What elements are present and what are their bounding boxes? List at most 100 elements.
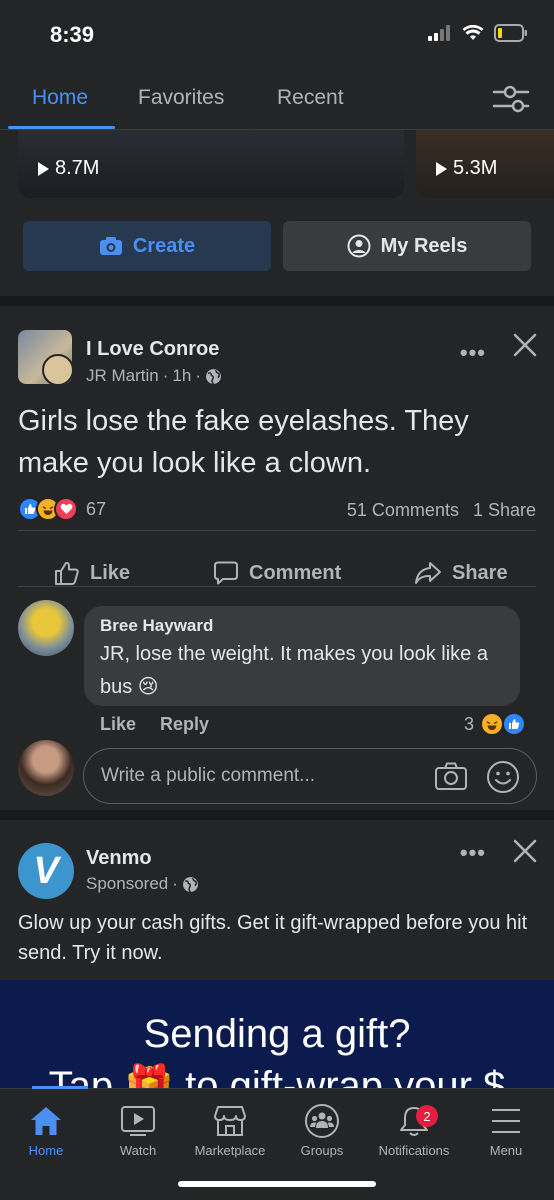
reels-section: 8.7M 5.3M Create My Reels [0,130,554,296]
create-reel-button[interactable]: Create [23,221,271,271]
ad-text: Glow up your cash gifts. Get it gift-wra… [18,912,528,964]
venmo-logo[interactable]: V [18,843,74,899]
globe-icon [206,368,221,384]
nav-menu[interactable]: Menu [460,1099,552,1158]
comment-reaction-count: 3 [463,713,474,734]
more-options-icon[interactable]: ••• [460,840,486,866]
group-avatar[interactable] [18,330,72,384]
ad-banner-subline: Tap 🎁 to gift-wrap your $ [48,1064,506,1088]
menu-icon [492,1109,520,1133]
haha-reaction-icon [480,712,504,736]
nav-marketplace[interactable]: Marketplace [184,1099,276,1158]
groups-icon [305,1104,339,1138]
video-progress-bar [32,1086,88,1089]
reel-views-label: 5.3M [453,157,498,179]
play-icon [38,161,49,176]
engagement-counts: 51 Comments 1 Share [347,500,536,521]
sponsored-post: V Venmo Sponsored · ••• Glow up your cas… [0,820,554,1088]
signal-icon [428,25,450,41]
share-label: Share [452,561,508,584]
reel-thumbnail[interactable]: 5.3M [416,130,554,198]
post-meta: JR Martin · 1h · [86,366,222,386]
like-button[interactable]: Like [54,560,130,586]
emoji-icon[interactable] [486,760,520,794]
nav-watch[interactable]: Watch [92,1099,184,1158]
status-icons [428,24,528,42]
status-time: 8:39 [50,22,95,47]
share-button[interactable]: Share [414,560,508,586]
user-avatar[interactable] [18,740,74,796]
nav-menu-label: Menu [489,1143,523,1158]
ad-banner-headline: Sending a gift? [143,1012,411,1056]
feed-separator [0,810,554,820]
commenter-avatar[interactable] [18,600,74,656]
comment-icon [214,561,238,585]
comment-count[interactable]: 51 Comments [347,500,459,521]
more-options-icon[interactable]: ••• [460,340,486,366]
sponsored-label[interactable]: Sponsored [86,874,168,894]
comment-like-button[interactable]: Like [100,714,136,735]
watch-icon [121,1106,155,1136]
comment-text: JR, lose the weight. It makes you look l… [100,643,488,698]
thumbs-up-icon [55,561,79,585]
nav-notifications[interactable]: Notifications 2 [368,1099,460,1158]
nav-groups[interactable]: Groups [276,1099,368,1158]
tab-home[interactable]: Home [32,86,88,110]
group-name[interactable]: I Love Conroe [86,338,219,361]
notification-badge: 2 [416,1105,438,1127]
profile-icon [347,234,371,258]
comment-input-placeholder: Write a public comment... [101,765,316,786]
nav-notifications-label: Notifications [378,1143,450,1158]
share-arrow-icon [415,562,441,584]
reaction-count: 67 [86,498,107,519]
home-indicator[interactable] [178,1181,376,1187]
sponsored-meta: Sponsored · [86,874,199,894]
comment-input[interactable]: Write a public comment... [83,748,537,804]
comment-reply-button[interactable]: Reply [160,714,209,735]
play-icon [436,161,447,176]
filter-sliders-icon[interactable] [492,84,530,114]
globe-icon [182,876,198,892]
divider [18,530,536,531]
status-bar: 8:39 [0,0,554,68]
advertiser-name[interactable]: Venmo [86,847,152,870]
ad-banner-image[interactable]: Sending a gift? Tap 🎁 to gift-wrap your … [0,980,554,1088]
comment-bubble: Bree Hayward JR, lose the weight. It mak… [84,606,520,706]
my-reels-button[interactable]: My Reels [283,221,531,271]
comment-label: Comment [249,561,342,584]
reaction-summary[interactable]: 67 [18,497,106,521]
reel-thumbnail[interactable]: 8.7M [18,130,404,198]
create-label: Create [132,234,196,257]
comment-button[interactable]: Comment [213,560,341,586]
reel-view-count: 8.7M [38,157,99,180]
love-reaction-icon [54,497,78,521]
camera-icon[interactable] [434,761,468,791]
marketplace-icon [214,1106,246,1136]
like-reaction-icon [502,712,526,736]
divider [18,586,536,587]
feed-separator [0,296,554,306]
nav-marketplace-label: Marketplace [194,1143,266,1158]
share-count[interactable]: 1 Share [473,500,536,521]
tab-recent[interactable]: Recent [277,86,344,110]
my-reels-label: My Reels [380,234,468,257]
author-name[interactable]: JR Martin [86,366,159,386]
author-avatar[interactable] [42,354,72,384]
reel-views-label: 8.7M [55,157,100,179]
nav-home-label: Home [28,1143,64,1158]
close-icon[interactable] [512,332,538,358]
camera-icon [99,237,122,255]
comment-reaction-summary[interactable]: 3 [463,712,526,736]
post-time[interactable]: 1h [172,366,191,386]
comment-actions: Like Reply [100,714,209,735]
tab-favorites[interactable]: Favorites [138,86,224,110]
feed-post: I Love Conroe JR Martin · 1h · ••• Girls… [0,306,554,810]
post-actions: Like Comment Share [0,550,554,598]
reel-view-count: 5.3M [436,157,497,180]
close-icon[interactable] [512,838,538,864]
post-text: Girls lose the fake eyelashes. They make… [18,405,469,479]
comment-author[interactable]: Bree Hayward [100,616,213,636]
nav-watch-label: Watch [119,1143,157,1158]
nav-home[interactable]: Home [0,1099,92,1158]
wifi-icon [462,25,484,40]
